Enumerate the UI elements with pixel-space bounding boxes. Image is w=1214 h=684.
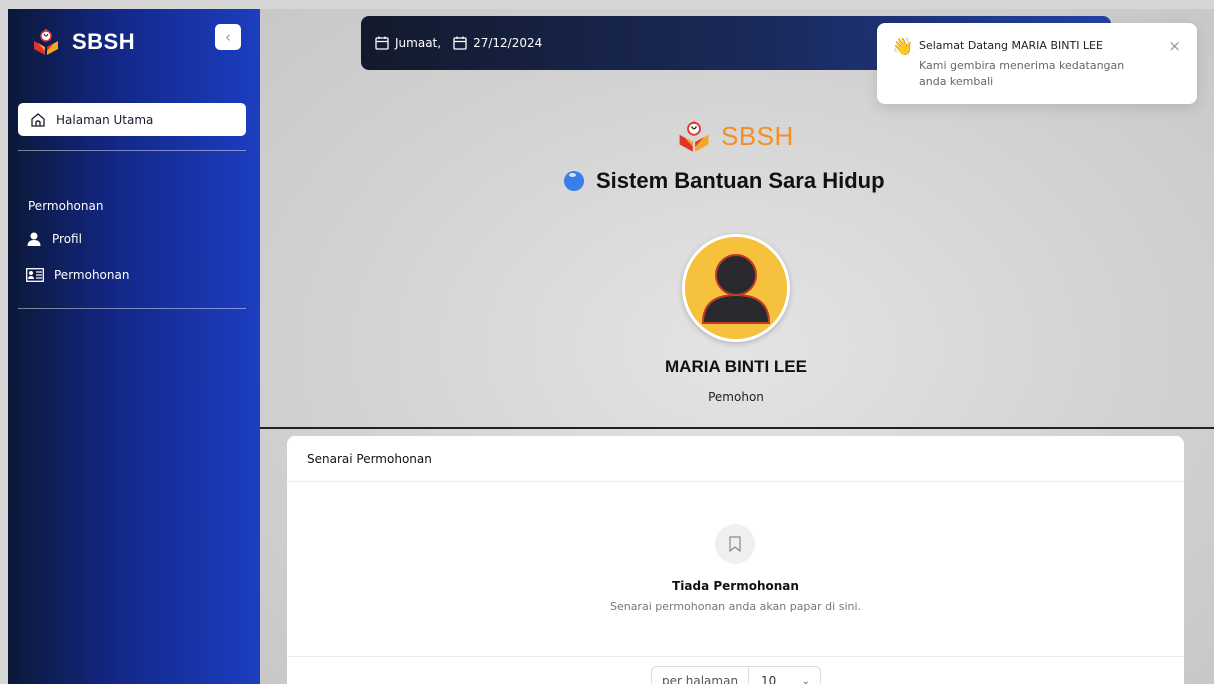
sbsh-logo-icon — [34, 29, 58, 55]
empty-state-icon-wrapper — [715, 524, 755, 564]
system-title-text: Sistem Bantuan Sara Hidup — [596, 168, 885, 193]
divider — [18, 308, 246, 309]
user-role: Pemohon — [708, 390, 764, 404]
home-icon — [31, 112, 45, 127]
bookmark-icon — [729, 536, 741, 552]
card-footer-divider — [287, 656, 1184, 657]
per-page-selector[interactable]: per halaman 10 ⌄ — [651, 666, 821, 684]
center-logo: SBSH — [677, 118, 794, 154]
date-display: 27/12/2024 — [453, 36, 542, 50]
toast-title: Selamat Datang MARIA BINTI LEE — [919, 39, 1103, 52]
user-avatar-icon — [685, 237, 787, 339]
sidebar-item-home[interactable]: Halaman Utama — [18, 103, 246, 136]
sidebar-item-profil[interactable]: Profil — [26, 231, 82, 247]
status-dot-icon — [564, 171, 584, 191]
user-name: MARIA BINTI LEE — [665, 357, 807, 376]
welcome-toast: 👋 Selamat Datang MARIA BINTI LEE Kami ge… — [877, 23, 1197, 104]
sidebar-item-label: Profil — [52, 232, 82, 246]
day-label: Jumaat, — [395, 36, 442, 50]
card-title: Senarai Permohonan — [307, 451, 432, 466]
card-header: Senarai Permohonan — [287, 436, 1184, 482]
divider — [18, 150, 246, 151]
chevron-down-icon: ⌄ — [801, 675, 810, 684]
sidebar-item-label: Permohonan — [54, 268, 130, 282]
empty-state-title: Tiada Permohonan — [672, 579, 799, 593]
collapse-sidebar-button[interactable]: ‹ — [215, 24, 241, 50]
avatar — [682, 234, 790, 342]
sidebar: SBSH ‹ Halaman Utama Permohonan Profil P… — [8, 9, 260, 684]
section-title: Permohonan — [28, 199, 104, 213]
sbsh-logo-icon — [679, 120, 709, 152]
chevron-left-icon: ‹ — [225, 28, 231, 46]
close-icon[interactable]: × — [1168, 37, 1181, 55]
empty-state-description: Senarai permohonan anda akan papar di si… — [609, 600, 862, 613]
per-page-label: per halaman — [652, 667, 750, 684]
waving-hand-icon: 👋 — [892, 37, 914, 57]
date-label: 27/12/2024 — [473, 36, 543, 50]
system-title: Sistem Bantuan Sara Hidup — [564, 168, 885, 194]
section-divider — [260, 427, 1214, 429]
sidebar-item-label: Halaman Utama — [56, 112, 154, 127]
applications-card: Senarai Permohonan Tiada Permohonan Sena… — [287, 436, 1184, 684]
day-display: Jumaat, — [375, 36, 441, 50]
sidebar-item-permohonan[interactable]: Permohonan — [26, 268, 129, 282]
calendar-icon — [375, 36, 389, 50]
user-icon — [27, 232, 41, 246]
id-card-icon — [26, 268, 44, 282]
calendar-icon — [453, 36, 467, 50]
per-page-value: 10 — [761, 674, 777, 684]
brand[interactable]: SBSH — [32, 27, 135, 57]
per-page-select[interactable]: 10 ⌄ — [749, 674, 820, 684]
toast-message: Kami gembira menerima kedatangan anda ke… — [919, 59, 1125, 88]
logo-text: SBSH — [721, 120, 794, 151]
brand-name: SBSH — [72, 29, 136, 54]
